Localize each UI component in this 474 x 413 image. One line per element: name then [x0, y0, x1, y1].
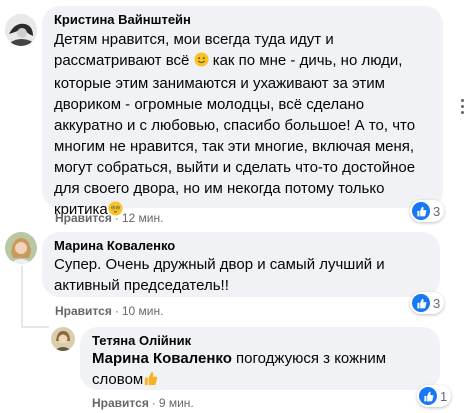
thread-line — [21, 326, 49, 328]
avatar-image — [5, 14, 37, 46]
avatar[interactable] — [5, 14, 37, 46]
comment-time[interactable]: 12 мин. — [122, 211, 164, 225]
thumbs-up-icon — [412, 202, 430, 220]
comment-actions: Нравится · 12 мин. — [55, 211, 164, 225]
comment-time[interactable]: 10 мин. — [122, 304, 164, 318]
avatar-image — [5, 232, 37, 264]
comment-actions: Нравится · 10 мин. — [55, 304, 164, 318]
comment-author[interactable]: Кристина Вайнштейн — [54, 12, 191, 27]
like-button[interactable]: Нравится — [55, 211, 112, 225]
comment-text: Детям нравится, мои всегда туда идут и р… — [54, 29, 440, 222]
mention-link[interactable]: Марина Коваленко — [92, 350, 232, 367]
comment-author[interactable]: Марина Коваленко — [54, 238, 175, 253]
smiling-face-icon — [194, 52, 209, 73]
comment-time[interactable]: 9 мин. — [159, 396, 194, 410]
like-button[interactable]: Нравится — [55, 304, 112, 318]
comment-author[interactable]: Тетяна Олійник — [92, 333, 191, 348]
avatar[interactable] — [5, 232, 37, 264]
comment-text: Марина Коваленко погоджуюся з кожним сло… — [92, 348, 432, 392]
reaction-count[interactable]: 1 — [417, 385, 452, 407]
thumbs-up-icon — [419, 387, 437, 405]
more-options-icon[interactable] — [461, 99, 464, 114]
comment-actions: Нравится · 9 мин. — [92, 396, 194, 410]
reaction-count[interactable]: 3 — [410, 292, 445, 314]
avatar[interactable] — [51, 327, 75, 351]
thread-line — [21, 266, 23, 326]
reaction-count[interactable]: 3 — [410, 200, 445, 222]
avatar-image — [51, 327, 75, 351]
comment-text: Супер. Очень дружный двор и самый лучший… — [54, 256, 385, 294]
like-button[interactable]: Нравится — [92, 396, 149, 410]
thumbs-up-icon — [412, 294, 430, 312]
thumbs-up-emoji-icon — [143, 371, 158, 392]
